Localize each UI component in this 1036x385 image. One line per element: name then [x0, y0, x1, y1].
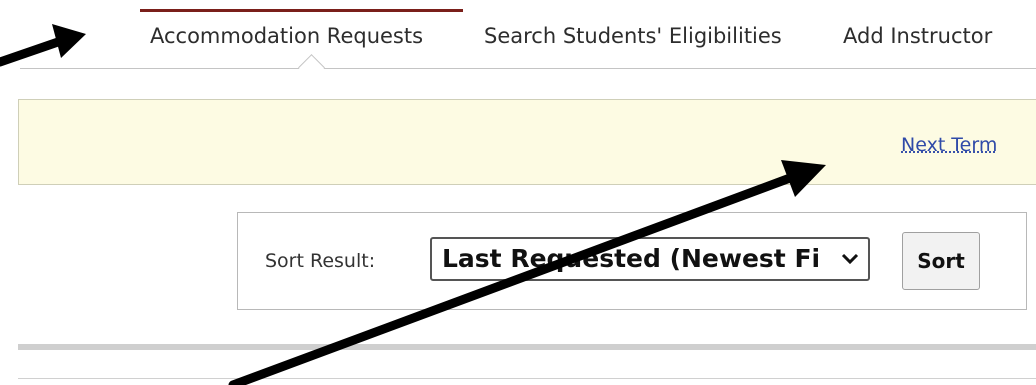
chevron-down-icon [841, 253, 859, 265]
annotation-arrow-to-accommodation-tab [0, 24, 86, 67]
tab-search-students-eligibilities-label: Search Students' Eligibilities [484, 24, 782, 48]
sort-selected-option: Last Requested (Newest First) [442, 244, 822, 273]
tab-accommodation-requests-label: Accommodation Requests [150, 24, 424, 48]
results-header-rule [18, 378, 1036, 379]
sort-result-select[interactable]: Last Requested (Newest First) [430, 237, 870, 281]
sort-panel: Sort Result: Last Requested (Newest Firs… [237, 212, 1027, 310]
sort-button[interactable]: Sort [902, 232, 980, 290]
sort-result-label: Sort Result: [265, 250, 376, 272]
nav-divider [20, 68, 1036, 69]
tab-add-instructor-label: Add Instructor [843, 24, 993, 48]
results-divider [18, 344, 1036, 350]
next-term-link[interactable]: Next Term [901, 134, 997, 156]
term-banner: Next Term [18, 99, 1036, 185]
